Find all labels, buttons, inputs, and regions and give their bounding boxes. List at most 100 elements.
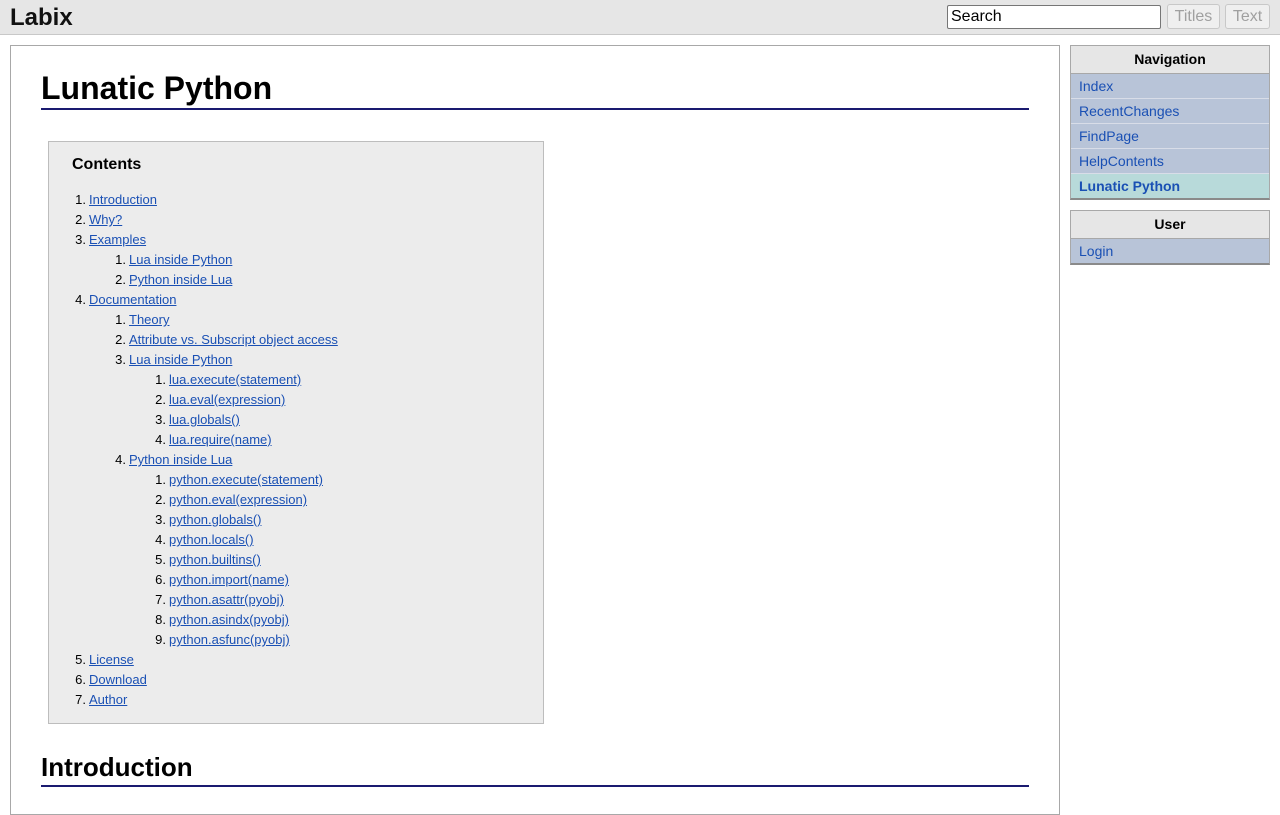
toc-item-number: 1. — [155, 472, 166, 487]
toc-link[interactable]: Author — [89, 690, 127, 710]
toc-item: 1. lua.execute(statement) — [49, 370, 539, 390]
toc-item: 9. python.asfunc(pyobj) — [49, 630, 539, 650]
toc-link[interactable]: Attribute vs. Subscript object access — [129, 330, 338, 350]
sidebar-item-login[interactable]: Login — [1071, 239, 1269, 263]
toc-item: 6. Download — [49, 670, 539, 690]
toc-item: 1. python.execute(statement) — [49, 470, 539, 490]
navigation-panel: Navigation Index RecentChanges FindPage Hel… — [1070, 45, 1270, 200]
toc-item: 3. lua.globals() — [49, 410, 539, 430]
toc-item-number: 4. — [115, 452, 126, 467]
toc-link[interactable]: Examples — [89, 230, 146, 250]
toc-item-number: 3. — [155, 412, 166, 427]
top-bar: Labix Titles Text — [0, 0, 1280, 35]
toc-title: Contents — [72, 156, 142, 173]
toc-link[interactable]: python.globals() — [169, 510, 262, 530]
toc-item-number: 2. — [75, 212, 86, 227]
toc-item: 2. python.eval(expression) — [49, 490, 539, 510]
sidebar-item-recentchanges[interactable]: RecentChanges — [1071, 99, 1269, 124]
sidebar-item-lunatic-python[interactable]: Lunatic Python — [1071, 174, 1269, 198]
toc-item: 1. Introduction — [49, 190, 539, 210]
toc-link[interactable]: python.eval(expression) — [169, 490, 307, 510]
toc-link[interactable]: Python inside Lua — [129, 450, 232, 470]
toc-item: 5. python.builtins() — [49, 550, 539, 570]
toc-item-number: 7. — [155, 592, 166, 607]
toc-item: 2. Attribute vs. Subscript object access — [49, 330, 539, 350]
toc-item-number: 1. — [75, 192, 86, 207]
toc-item-number: 8. — [155, 612, 166, 627]
toc-link[interactable]: Introduction — [89, 190, 157, 210]
main-content: Lunatic Python Contents 1. Introduction 2.… — [10, 45, 1060, 815]
toc-item-number: 6. — [155, 572, 166, 587]
toc-item: 7. python.asattr(pyobj) — [49, 590, 539, 610]
toc-item: 4. python.locals() — [49, 530, 539, 550]
sidebar-item-findpage[interactable]: FindPage — [1071, 124, 1269, 149]
toc-link[interactable]: Lua inside Python — [129, 350, 232, 370]
text-search-button[interactable]: Text — [1225, 4, 1270, 29]
toc-item-number: 5. — [75, 652, 86, 667]
toc-item: 4. lua.require(name) — [49, 430, 539, 450]
toc-item-number: 1. — [115, 252, 126, 267]
toc-item-number: 4. — [75, 292, 86, 307]
sidebar-item-helpcontents[interactable]: HelpContents — [1071, 149, 1269, 174]
toc-item-number: 2. — [155, 492, 166, 507]
toc-item: 3. Lua inside Python — [49, 350, 539, 370]
toc-item-number: 1. — [115, 312, 126, 327]
toc-item-number: 7. — [75, 692, 86, 707]
toc-link[interactable]: Documentation — [89, 290, 176, 310]
toc-link[interactable]: Lua inside Python — [129, 250, 232, 270]
toc-item: 4. Documentation — [49, 290, 539, 310]
section-heading-introduction: Introduction — [41, 749, 1029, 787]
site-logo[interactable]: Labix — [10, 4, 73, 32]
navigation-title: Navigation — [1071, 46, 1269, 74]
toc-item: 5. License — [49, 650, 539, 670]
toc-list: 1. Introduction 2. Why? 3. Examples 1. Lua insi… — [49, 190, 539, 710]
toc-link[interactable]: lua.require(name) — [169, 430, 272, 450]
toc-item-number: 9. — [155, 632, 166, 647]
toc-item-number: 5. — [155, 552, 166, 567]
toc-item: 1. Lua inside Python — [49, 250, 539, 270]
toc-item: 7. Author — [49, 690, 539, 710]
toc-item-number: 2. — [115, 272, 126, 287]
toc-item-number: 3. — [75, 232, 86, 247]
table-of-contents: Contents 1. Introduction 2. Why? 3. Examples 1… — [48, 141, 544, 724]
toc-link[interactable]: python.asattr(pyobj) — [169, 590, 284, 610]
toc-item: 3. python.globals() — [49, 510, 539, 530]
toc-item-number: 3. — [155, 512, 166, 527]
toc-item-number: 1. — [155, 372, 166, 387]
toc-link[interactable]: python.asfunc(pyobj) — [169, 630, 290, 650]
toc-link[interactable]: python.asindx(pyobj) — [169, 610, 289, 630]
toc-item: 2. Why? — [49, 210, 539, 230]
toc-item-number: 4. — [155, 532, 166, 547]
toc-link[interactable]: Download — [89, 670, 147, 690]
toc-item: 3. Examples — [49, 230, 539, 250]
toc-item-number: 6. — [75, 672, 86, 687]
toc-link[interactable]: python.import(name) — [169, 570, 289, 590]
toc-link[interactable]: Python inside Lua — [129, 270, 232, 290]
toc-link[interactable]: Theory — [129, 310, 169, 330]
toc-item: 8. python.asindx(pyobj) — [49, 610, 539, 630]
user-items: Login — [1071, 239, 1269, 263]
user-panel: User Login — [1070, 210, 1270, 265]
navigation-items: Index RecentChanges FindPage HelpContents Lu… — [1071, 74, 1269, 198]
toc-item: 4. Python inside Lua — [49, 450, 539, 470]
toc-item: 2. lua.eval(expression) — [49, 390, 539, 410]
toc-item-number: 4. — [155, 432, 166, 447]
toc-item-number: 2. — [155, 392, 166, 407]
toc-link[interactable]: python.builtins() — [169, 550, 261, 570]
toc-item-number: 3. — [115, 352, 126, 367]
toc-link[interactable]: lua.execute(statement) — [169, 370, 301, 390]
sidebar-item-index[interactable]: Index — [1071, 74, 1269, 99]
toc-item: 1. Theory — [49, 310, 539, 330]
toc-link[interactable]: python.execute(statement) — [169, 470, 323, 490]
toc-link[interactable]: Why? — [89, 210, 122, 230]
toc-link[interactable]: lua.eval(expression) — [169, 390, 285, 410]
toc-link[interactable]: License — [89, 650, 134, 670]
toc-item: 2. Python inside Lua — [49, 270, 539, 290]
toc-link[interactable]: python.locals() — [169, 530, 254, 550]
toc-item: 6. python.import(name) — [49, 570, 539, 590]
toc-item-number: 2. — [115, 332, 126, 347]
page-title: Lunatic Python — [41, 68, 1029, 110]
toc-link[interactable]: lua.globals() — [169, 410, 240, 430]
search-input[interactable] — [947, 5, 1161, 29]
titles-search-button[interactable]: Titles — [1167, 4, 1220, 29]
